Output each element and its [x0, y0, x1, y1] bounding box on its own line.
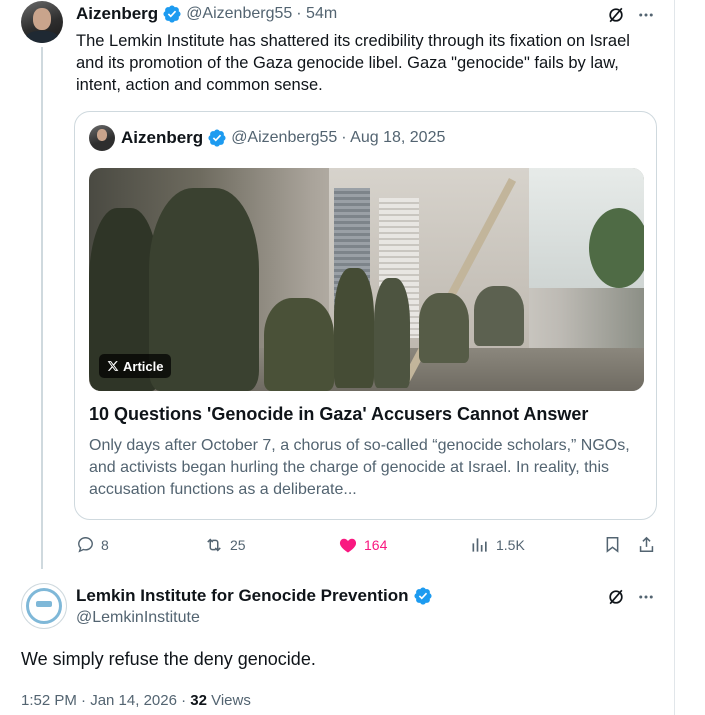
reply-header: Lemkin Institute for Genocide Prevention — [76, 586, 433, 606]
column-border — [674, 0, 675, 715]
tweet-time[interactable]: · 54m — [296, 5, 337, 23]
article-description: Only days after October 7, a chorus of s… — [89, 437, 630, 498]
reply-meta: 1:52 PM · Jan 14, 2026 · 32 Views — [21, 692, 251, 709]
reply-count: 8 — [101, 536, 109, 553]
author-handle[interactable]: @Aizenberg55 — [186, 5, 292, 23]
quoted-tweet-header: Aizenberg @Aizenberg55 · Aug 18, 2025 — [121, 128, 445, 148]
grok-icon[interactable] — [604, 586, 628, 608]
repost-button[interactable]: 25 — [204, 535, 246, 555]
repost-icon — [207, 538, 221, 552]
reply-text: We simply refuse the deny genocide. — [21, 649, 316, 669]
repost-count: 25 — [230, 537, 246, 553]
bookmark-button[interactable] — [603, 535, 622, 554]
article-title[interactable]: 10 Questions 'Genocide in Gaza' Accusers… — [89, 404, 644, 425]
share-icon — [639, 536, 654, 552]
article-cover-image[interactable]: Article — [89, 168, 644, 391]
tweet-text: The Lemkin Institute has shattered its c… — [76, 32, 630, 94]
author-name[interactable]: Aizenberg — [76, 4, 158, 24]
reply-views-label: Views — [206, 692, 251, 709]
verified-badge-icon — [413, 587, 432, 605]
x-logo-icon — [107, 361, 119, 371]
share-button[interactable] — [637, 535, 656, 554]
verified-badge-icon — [163, 5, 181, 23]
like-button[interactable]: 164 — [338, 535, 387, 555]
more-icon[interactable] — [634, 586, 658, 608]
article-badge: Article — [99, 354, 172, 378]
like-count: 164 — [364, 537, 388, 553]
reply-views-count: 32 — [190, 692, 207, 709]
verified-badge-icon — [208, 129, 226, 147]
quoted-tweet-card[interactable]: Aizenberg @Aizenberg55 · Aug 18, 2025 Ar… — [74, 111, 657, 520]
author-avatar[interactable] — [21, 1, 63, 43]
quoted-author-name: Aizenberg — [121, 128, 204, 147]
reply-author-avatar[interactable] — [21, 583, 67, 629]
article-badge-label: Article — [123, 358, 164, 374]
views-button[interactable]: 1.5K — [470, 535, 525, 555]
more-icon[interactable] — [634, 4, 658, 26]
bookmark-icon — [606, 537, 619, 553]
tweet-header: Aizenberg @Aizenberg55 · 54m — [76, 4, 337, 24]
reply-author-handle[interactable]: @LemkinInstitute — [76, 609, 200, 627]
reply-icon — [78, 537, 93, 553]
tweet-action-bar: 8 25 164 1.5K — [74, 535, 664, 559]
views-count: 1.5K — [496, 537, 525, 553]
reply-author-name[interactable]: Lemkin Institute for Genocide Prevention — [76, 586, 409, 606]
quoted-author-handle: @Aizenberg55 — [231, 129, 338, 146]
heart-icon — [339, 538, 357, 553]
reply-timestamp[interactable]: 1:52 PM · Jan 14, 2026 · — [21, 692, 190, 709]
thread-line — [41, 47, 43, 569]
reply-button[interactable]: 8 — [76, 535, 109, 554]
views-icon — [472, 538, 487, 552]
quoted-tweet-date: · Aug 18, 2025 — [341, 129, 446, 146]
grok-icon[interactable] — [604, 4, 628, 26]
quoted-author-avatar — [89, 125, 115, 151]
